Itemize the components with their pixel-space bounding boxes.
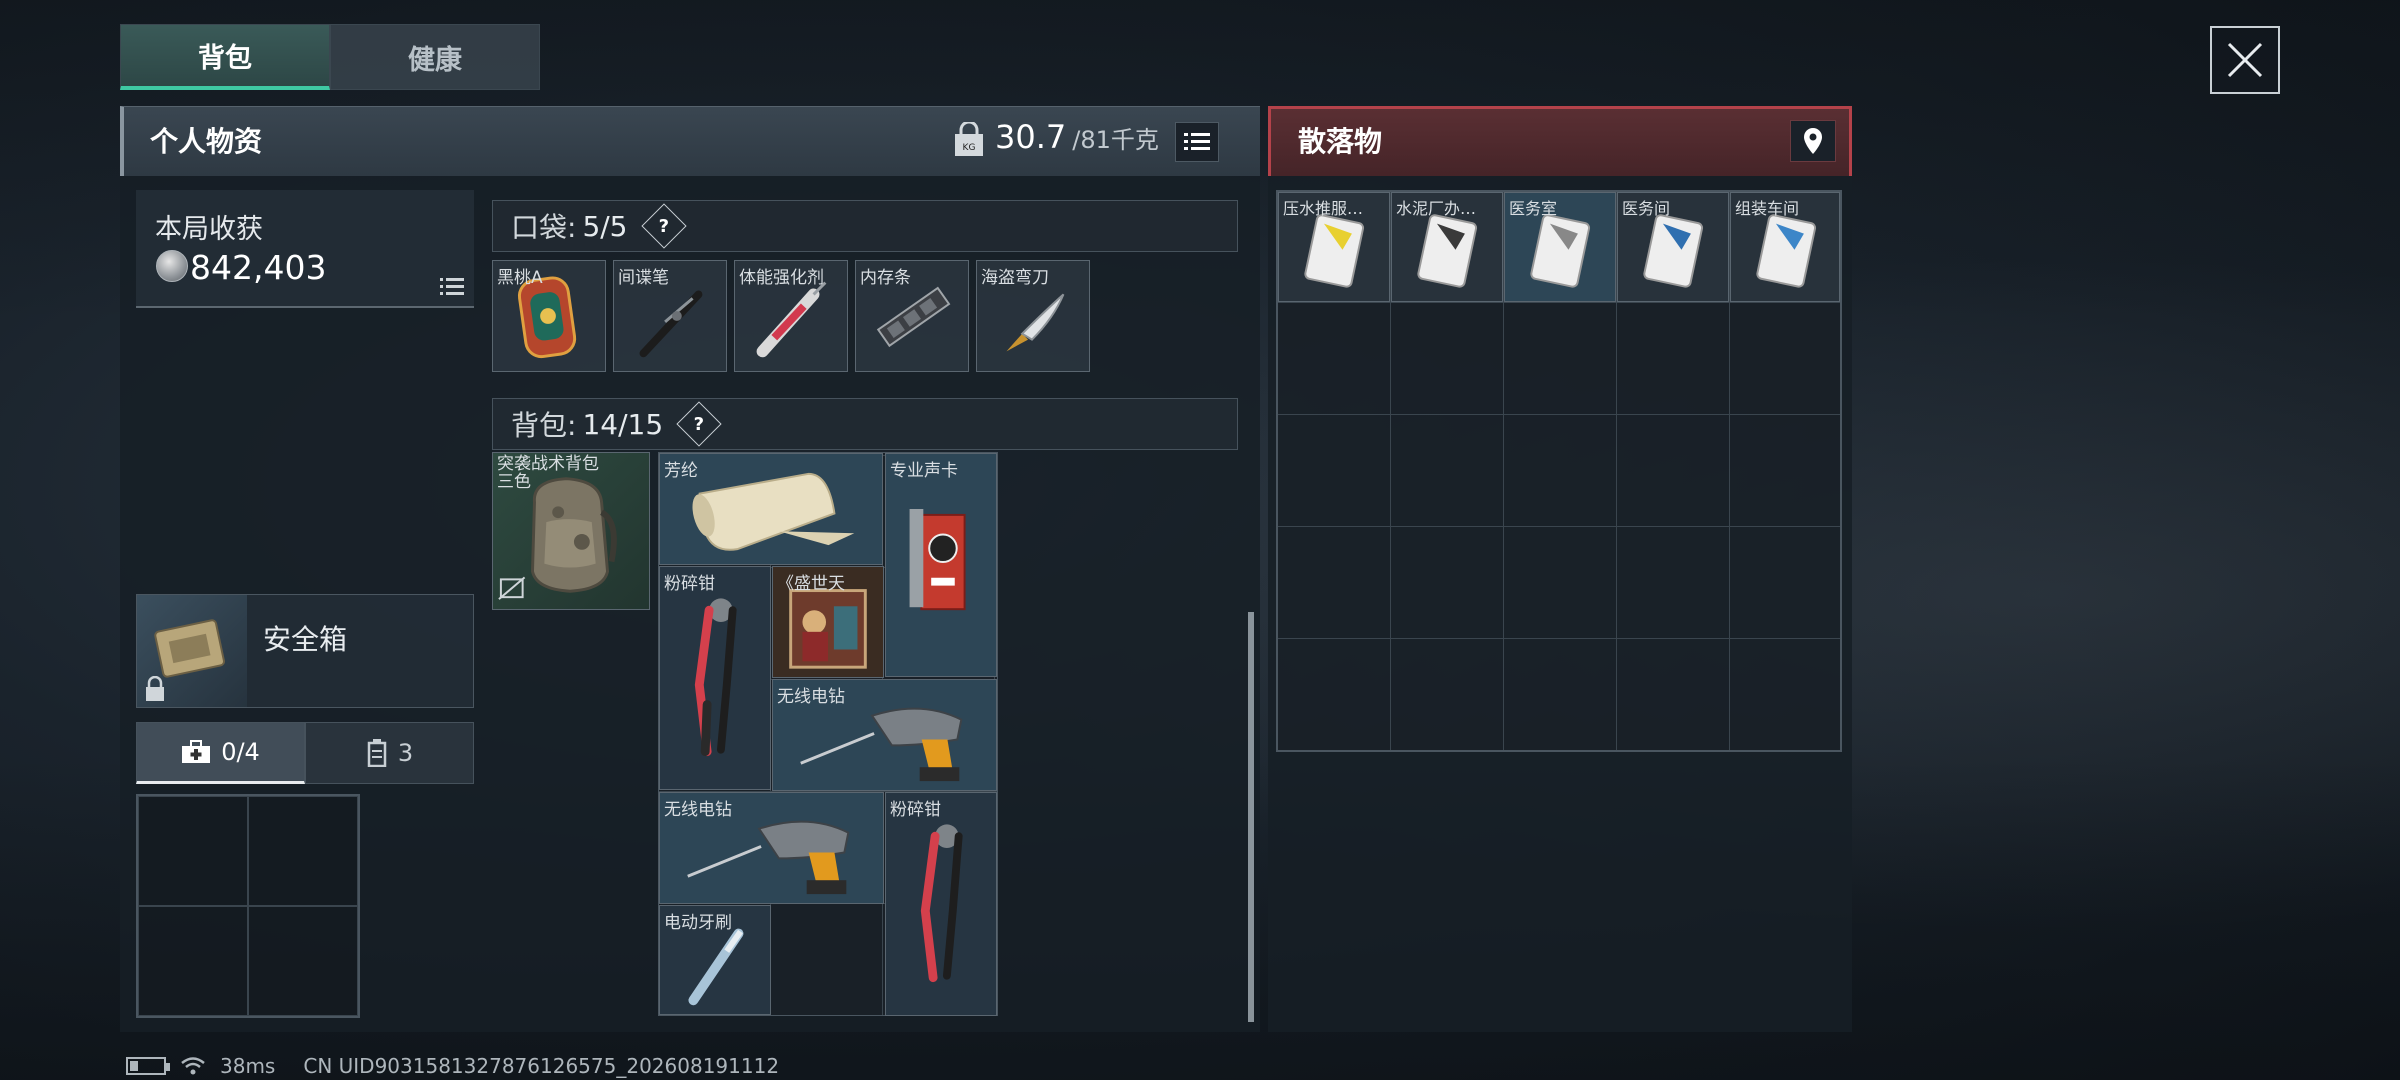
- loot-value: 842,403: [190, 248, 327, 287]
- item-name: 突袭战术背包 三色: [497, 454, 599, 492]
- item-name: 水泥厂办…: [1396, 199, 1477, 218]
- grid-slot[interactable]: [248, 906, 358, 1016]
- help-icon: ?: [658, 215, 669, 237]
- item-name: 海盗弯刀: [981, 268, 1049, 288]
- grid-slot[interactable]: [248, 796, 358, 906]
- weight-current: 30.7: [995, 118, 1067, 156]
- ammo-count: 3: [397, 739, 414, 767]
- scrollbar[interactable]: [1248, 612, 1254, 1022]
- scatter-item[interactable]: 医务间: [1617, 192, 1729, 302]
- item-name: 芳纶: [664, 461, 698, 481]
- top-tabs: 背包 健康: [120, 24, 540, 90]
- item-name: 体能强化剂: [739, 268, 824, 288]
- backpack-count: 14/15: [582, 407, 664, 441]
- backpack-item[interactable]: 芳纶: [659, 453, 883, 565]
- scatter-item[interactable]: 水泥厂办…: [1391, 192, 1503, 302]
- backpack-item[interactable]: 粉碎钳: [885, 792, 997, 1016]
- pocket-label: 口袋:: [511, 211, 577, 244]
- lock-icon: [146, 676, 164, 701]
- item-name: 无线电钻: [777, 687, 845, 707]
- backpack-item[interactable]: 专业声卡: [885, 453, 997, 677]
- backpack-item[interactable]: 《盛世天: [772, 566, 884, 678]
- scatter-item[interactable]: 压水推服…: [1278, 192, 1390, 302]
- pocket-help-button[interactable]: ?: [640, 203, 687, 249]
- item-name: 医务间: [1622, 199, 1671, 218]
- battery-icon: [126, 1057, 170, 1075]
- pocket-item[interactable]: 内存条: [855, 260, 969, 372]
- status-bar: 38ms CN UID903158132787612657​5_20260819…: [126, 1054, 779, 1078]
- list-icon: [440, 278, 464, 295]
- tab-health[interactable]: 健康: [330, 24, 540, 90]
- pocket-item[interactable]: 体能强化剂: [734, 260, 848, 372]
- backpack-item[interactable]: 粉碎钳: [659, 566, 771, 790]
- pliers-icon: [694, 598, 737, 757]
- scatter-title: 散落物: [1298, 125, 1383, 158]
- grid-slot[interactable]: [138, 906, 248, 1016]
- item-name: 组装车间: [1735, 199, 1800, 218]
- item-name: 间谍笔: [618, 268, 669, 288]
- tab-medical[interactable]: 0/4: [136, 722, 305, 784]
- item-name: 专业声卡: [890, 461, 958, 481]
- ping-value: 38ms: [220, 1054, 276, 1078]
- backpack-item[interactable]: 无线电钻: [772, 679, 997, 791]
- pocket-item[interactable]: 间谍笔: [613, 260, 727, 372]
- item-name: 《盛世天: [777, 574, 845, 594]
- coin-icon: [156, 250, 188, 282]
- scatter-item[interactable]: 组装车间: [1730, 192, 1840, 302]
- magazine-icon: [367, 739, 387, 767]
- help-icon: ?: [693, 413, 705, 435]
- pliers-icon: [920, 824, 963, 983]
- item-name: 无线电钻: [664, 800, 732, 820]
- scatter-item[interactable]: 医务室: [1504, 192, 1616, 302]
- backpack-header: 背包: 14/15 ?: [492, 398, 1238, 450]
- backpack-help-button[interactable]: ?: [676, 401, 722, 447]
- weight-max: /81千克: [1072, 126, 1159, 154]
- tab-backpack[interactable]: 背包: [120, 24, 330, 90]
- pocket-header: 口袋: 5/5 ?: [492, 200, 1238, 252]
- uid-text: CN UID903158132787612657​5_202608191112: [303, 1054, 780, 1078]
- pocket-count: 5/5: [582, 209, 628, 243]
- grid-slot[interactable]: [138, 796, 248, 906]
- sound-card-icon: [909, 509, 966, 611]
- loot-title: 本局收获: [155, 214, 263, 245]
- list-icon: [1184, 133, 1210, 150]
- weight-display: 30.7 /81千克: [995, 118, 1159, 156]
- weight-icon: KG: [955, 122, 983, 156]
- tab-ammo[interactable]: 3: [305, 722, 474, 784]
- backpack-label: 背包:: [511, 409, 577, 442]
- pocket-item[interactable]: 黑桃A: [492, 260, 606, 372]
- sort-list-button[interactable]: [1175, 122, 1219, 162]
- equipped-backpack[interactable]: 突袭战术背包 三色: [492, 452, 650, 610]
- item-name: 内存条: [860, 268, 911, 288]
- item-name: 医务室: [1509, 199, 1558, 218]
- medkit-icon: [182, 740, 211, 763]
- personal-title: 个人物资: [150, 125, 263, 158]
- safe-box-label: 安全箱: [263, 623, 348, 656]
- item-name: 粉碎钳: [664, 574, 715, 594]
- close-icon: [2227, 42, 2263, 78]
- medical-count: 0/4: [221, 738, 260, 766]
- close-button[interactable]: [2210, 26, 2280, 94]
- location-pin-icon: [1804, 128, 1822, 154]
- pocket-item[interactable]: 海盗弯刀: [976, 260, 1090, 372]
- container-tabs: 0/4 3: [136, 722, 474, 784]
- medical-grid: [136, 794, 360, 1018]
- item-name: 电动牙刷: [664, 913, 732, 933]
- backpack-item[interactable]: 无线电钻: [659, 792, 884, 904]
- item-name: 压水推服…: [1283, 199, 1364, 218]
- item-name: 粉碎钳: [890, 800, 941, 820]
- backpack-item[interactable]: 电动牙刷: [659, 905, 771, 1015]
- wifi-icon: [181, 1057, 205, 1075]
- svg-text:KG: KG: [963, 143, 976, 153]
- location-button[interactable]: [1790, 120, 1836, 162]
- item-name: 黑桃A: [497, 268, 543, 288]
